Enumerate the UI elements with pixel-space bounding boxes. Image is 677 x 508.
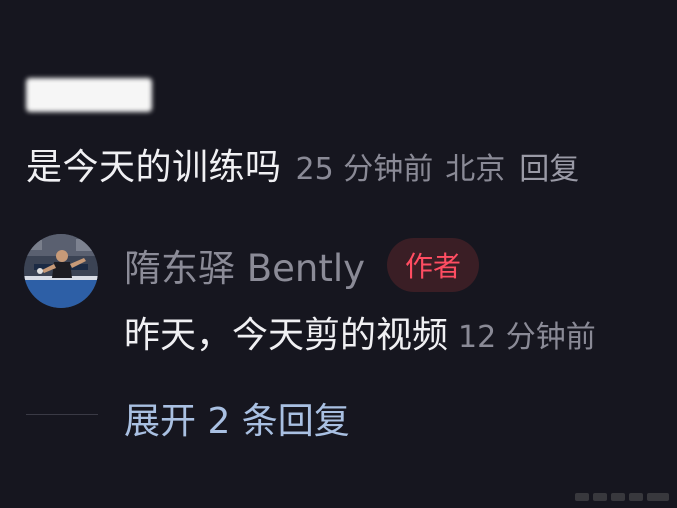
expand-replies-button[interactable]: 展开 2 条回复 — [124, 392, 350, 444]
reply-text: 昨天，今天剪的视频 — [124, 315, 449, 356]
reply-author-name[interactable]: 隋东驿 Bently — [124, 238, 365, 292]
avatar-photo — [24, 234, 98, 308]
reply-button[interactable]: 回复 — [519, 144, 579, 188]
comment-text: 是今天的训练吗 — [26, 147, 282, 188]
reply-header: 隋东驿 Bently 作者 — [124, 238, 480, 292]
comment-location: 北京 — [445, 152, 506, 187]
watermark-icon — [575, 493, 669, 501]
reply-row: 昨天，今天剪的视频 12 分钟前 — [124, 306, 596, 358]
divider — [26, 414, 98, 415]
reply-time: 12 分钟前 — [458, 320, 596, 355]
comment-row: 是今天的训练吗 25 分钟前 北京 回复 — [26, 138, 579, 190]
avatar[interactable] — [24, 234, 98, 308]
blurred-username — [26, 78, 152, 112]
author-badge: 作者 — [387, 238, 480, 292]
comment-time: 25 分钟前 — [295, 152, 434, 187]
